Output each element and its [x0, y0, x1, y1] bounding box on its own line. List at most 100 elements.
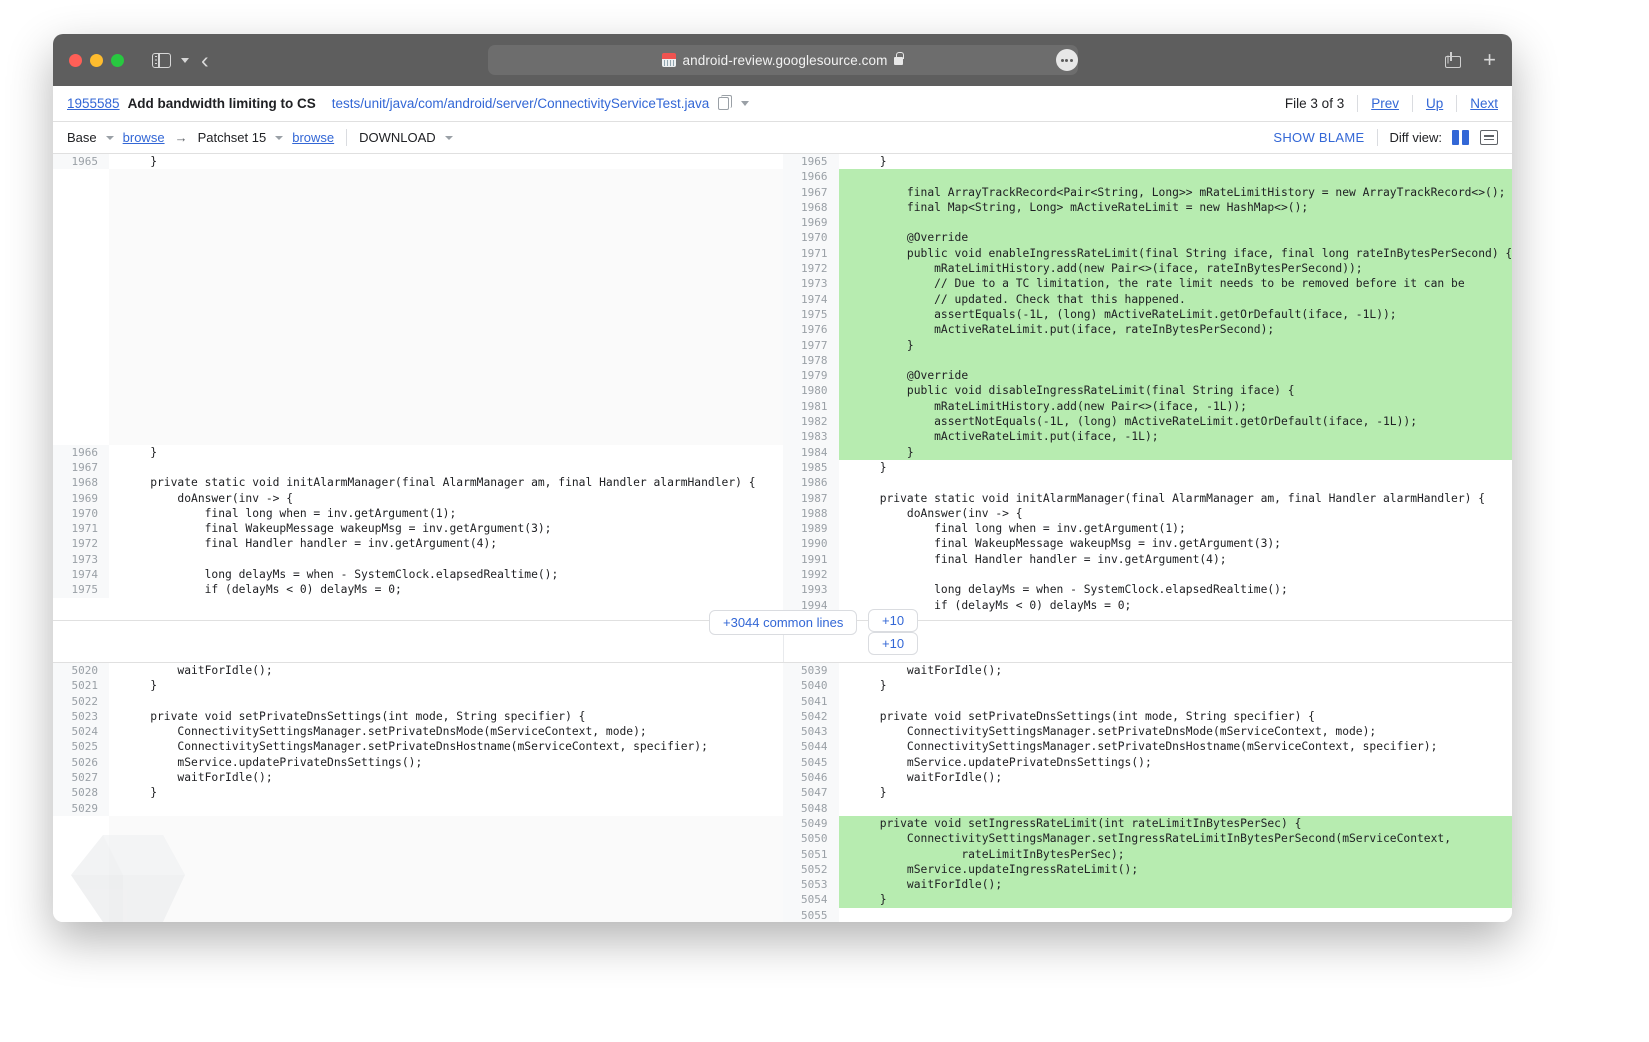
diff-line[interactable] [53, 322, 783, 338]
diff-line[interactable]: 5024 ConnectivitySettingsManager.setPriv… [53, 724, 783, 740]
show-blame-button[interactable]: SHOW BLAME [1273, 130, 1364, 145]
line-content[interactable] [838, 352, 1512, 369]
line-content[interactable]: mService.updatePrivateDnsSettings(); [839, 755, 1513, 770]
chevron-down-icon[interactable] [741, 101, 750, 106]
line-content[interactable] [109, 877, 783, 893]
common-lines-button[interactable]: +3044 common lines [709, 610, 858, 636]
diff-line[interactable]: 1966 } [53, 444, 783, 460]
chevron-down-icon[interactable] [275, 135, 284, 140]
diff-line[interactable]: 1970 @Override [782, 230, 1512, 246]
line-content[interactable] [109, 261, 783, 277]
line-content[interactable] [109, 230, 783, 246]
diff-line[interactable]: 5026 mService.updatePrivateDnsSettings()… [53, 754, 783, 771]
line-content[interactable]: ConnectivitySettingsManager.setPrivateDn… [839, 724, 1513, 739]
line-content[interactable] [109, 169, 783, 185]
line-content[interactable]: public void disableIngressRateLimit(fina… [838, 383, 1512, 399]
diff-line[interactable]: 5043 ConnectivitySettingsManager.setPriv… [782, 724, 1513, 740]
diff-line[interactable] [53, 383, 783, 399]
new-tab-button[interactable]: + [1483, 49, 1496, 71]
diff-line[interactable]: 1991 final Handler handler = inv.getArgu… [782, 551, 1513, 568]
line-content[interactable]: private static void initAlarmManager(fin… [839, 491, 1513, 506]
line-content[interactable] [109, 846, 783, 862]
line-content[interactable] [109, 322, 783, 338]
line-content[interactable]: } [109, 785, 783, 800]
diff-line[interactable]: 1972 final Handler handler = inv.getArgu… [53, 536, 783, 552]
diff-line[interactable]: 5020 waitForIdle(); [53, 663, 783, 679]
diff-line[interactable] [53, 892, 783, 908]
diff-line[interactable]: 5040 } [782, 678, 1513, 694]
diff-line[interactable]: 1971 final WakeupMessage wakeupMsg = inv… [53, 521, 783, 537]
line-content[interactable]: final long when = inv.getArgument(1); [839, 521, 1513, 536]
line-content[interactable] [109, 245, 783, 262]
line-content[interactable]: rateLimitInBytesPerSec); [838, 846, 1512, 862]
line-content[interactable]: private static void initAlarmManager(fin… [109, 475, 783, 490]
address-bar[interactable]: android-review.googlesource.com [487, 45, 1078, 75]
line-content[interactable]: } [838, 337, 1512, 353]
line-content[interactable]: } [109, 154, 783, 169]
diff-line[interactable]: 5027 waitForIdle(); [53, 770, 783, 786]
line-content[interactable] [109, 429, 783, 445]
line-content[interactable] [109, 460, 783, 475]
line-content[interactable] [109, 414, 783, 430]
diff-line[interactable] [53, 414, 783, 430]
diff-line[interactable]: 1967 final ArrayTrackRecord<Pair<String,… [782, 184, 1512, 200]
line-content[interactable]: waitForIdle(); [109, 770, 783, 785]
diff-line[interactable] [53, 337, 783, 353]
diff-line[interactable]: 1992 [782, 567, 1513, 583]
line-content[interactable]: mService.updatePrivateDnsSettings(); [109, 755, 783, 770]
line-content[interactable]: assertNotEquals(-1L, (long) mActiveRateL… [838, 414, 1512, 430]
next-file-link[interactable]: Next [1470, 96, 1498, 111]
diff-line[interactable]: 1978 [782, 352, 1512, 369]
diff-line[interactable]: 5046 waitForIdle(); [782, 770, 1513, 786]
line-content[interactable] [109, 552, 783, 567]
line-content[interactable]: } [839, 678, 1513, 693]
diff-line[interactable]: 1990 final WakeupMessage wakeupMsg = inv… [782, 536, 1513, 552]
line-content[interactable] [109, 694, 783, 709]
diff-line[interactable]: 1976 mActiveRateLimit.put(iface, rateInB… [782, 322, 1512, 338]
line-content[interactable] [109, 801, 783, 816]
line-content[interactable]: waitForIdle(); [838, 877, 1512, 893]
line-content[interactable]: // updated. Check that this happened. [838, 291, 1512, 307]
diff-line[interactable] [53, 261, 783, 277]
line-content[interactable]: ConnectivitySettingsManager.setIngressRa… [838, 831, 1512, 847]
diff-line[interactable]: 1975 assertEquals(-1L, (long) mActiveRat… [782, 306, 1512, 323]
diff-line[interactable] [53, 907, 783, 922]
line-content[interactable] [838, 215, 1512, 231]
minimize-window-button[interactable] [90, 53, 103, 67]
diff-line[interactable]: 1965 } [782, 154, 1513, 170]
diff-line[interactable]: 1971 public void enableIngressRateLimit(… [782, 245, 1512, 262]
line-content[interactable]: mRateLimitHistory.add(new Pair<>(iface, … [838, 261, 1512, 277]
download-button[interactable]: DOWNLOAD [359, 130, 436, 145]
line-content[interactable]: private void setPrivateDnsSettings(int m… [839, 709, 1513, 724]
diff-line[interactable]: 1969 doAnswer(inv -> { [53, 490, 783, 506]
diff-line[interactable]: 5052 mService.updateIngressRateLimit(); [782, 861, 1512, 878]
diff-line[interactable] [53, 276, 783, 292]
line-content[interactable]: final long when = inv.getArgument(1); [109, 506, 783, 521]
line-content[interactable]: waitForIdle(); [839, 770, 1513, 785]
expand-up-button[interactable]: +10 [868, 609, 919, 633]
diff-line[interactable]: 1966 [782, 169, 1512, 185]
diff-line[interactable] [53, 230, 783, 246]
diff-line[interactable]: 1989 final long when = inv.getArgument(1… [782, 521, 1513, 537]
diff-line[interactable]: 5022 [53, 693, 783, 709]
diff-line[interactable] [53, 352, 783, 369]
diff-line[interactable]: 1982 assertNotEquals(-1L, (long) mActive… [782, 414, 1512, 430]
diff-line[interactable]: 5041 [782, 693, 1513, 709]
diff-line[interactable] [53, 291, 783, 307]
diff-line[interactable]: 1974 // updated. Check that this happene… [782, 291, 1512, 307]
line-content[interactable]: } [838, 444, 1512, 460]
diff-line[interactable] [53, 199, 783, 216]
diff-line[interactable]: 1973 // Due to a TC limitation, the rate… [782, 276, 1512, 292]
diff-line[interactable]: 1987 private static void initAlarmManage… [782, 490, 1513, 506]
line-content[interactable]: } [838, 892, 1512, 908]
line-content[interactable]: } [109, 678, 783, 693]
diff-line[interactable]: 5023 private void setPrivateDnsSettings(… [53, 708, 783, 725]
chevron-down-icon[interactable] [105, 135, 114, 140]
diff-line[interactable] [53, 831, 783, 847]
share-icon[interactable] [1445, 52, 1462, 68]
line-content[interactable]: doAnswer(inv -> { [839, 506, 1513, 521]
line-content[interactable] [109, 892, 783, 908]
diff-line[interactable]: 1965 } [53, 154, 783, 170]
line-content[interactable]: mActiveRateLimit.put(iface, rateInBytesP… [838, 322, 1512, 338]
diff-line[interactable] [53, 368, 783, 384]
